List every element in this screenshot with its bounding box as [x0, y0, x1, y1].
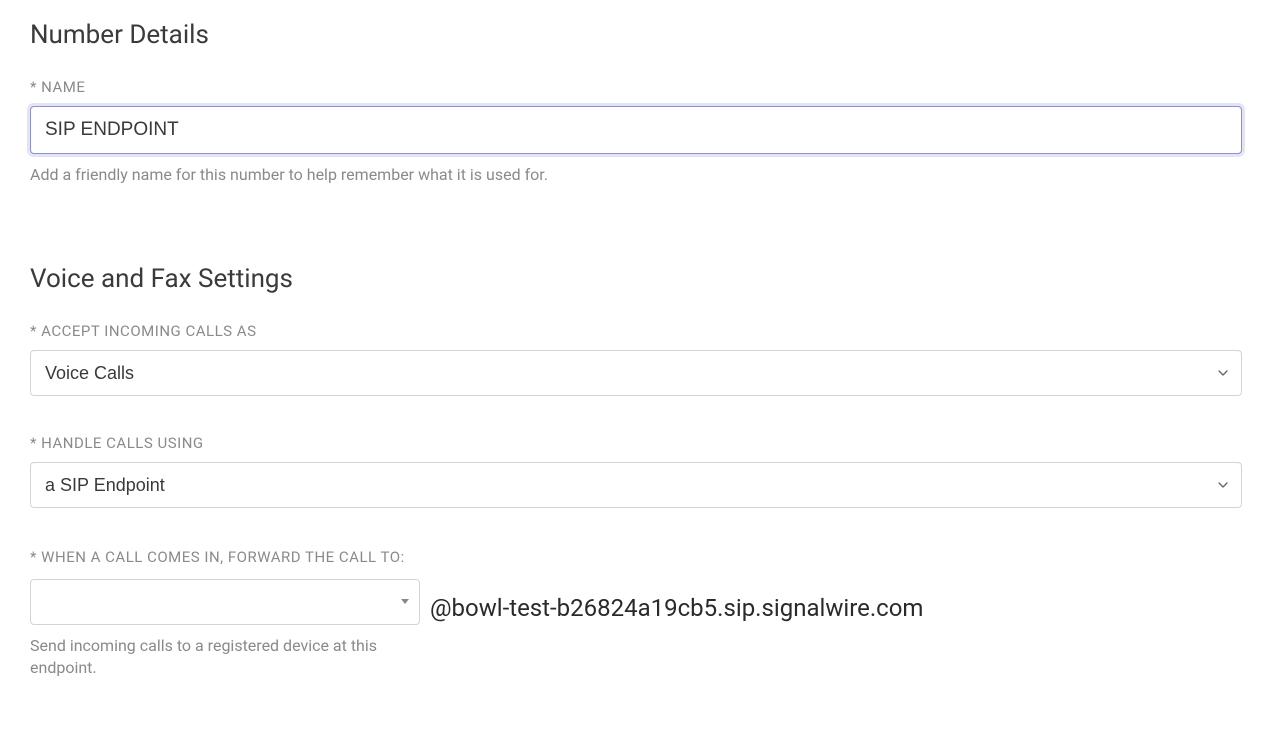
forward-call-label: * WHEN A CALL COMES IN, FORWARD THE CALL… — [30, 546, 420, 569]
forward-call-select[interactable] — [30, 579, 420, 625]
handle-calls-group: * HANDLE CALLS USING a SIP Endpoint — [30, 434, 1242, 508]
handle-calls-select[interactable]: a SIP Endpoint — [30, 462, 1242, 508]
number-details-title: Number Details — [30, 20, 1242, 50]
voice-fax-title: Voice and Fax Settings — [30, 264, 1242, 294]
name-field-group: * NAME Add a friendly name for this numb… — [30, 78, 1242, 186]
forward-call-help: Send incoming calls to a registered devi… — [30, 635, 420, 680]
handle-calls-label: * HANDLE CALLS USING — [30, 434, 1242, 452]
sip-domain-suffix: @bowl-test-b26824a19cb5.sip.signalwire.c… — [430, 550, 923, 680]
name-label: * NAME — [30, 78, 1242, 96]
accept-calls-group: * ACCEPT INCOMING CALLS AS Voice Calls — [30, 322, 1242, 396]
forward-call-row: * WHEN A CALL COMES IN, FORWARD THE CALL… — [30, 546, 1242, 679]
name-input[interactable] — [30, 106, 1242, 154]
caret-down-icon — [401, 599, 409, 604]
name-help-text: Add a friendly name for this number to h… — [30, 164, 1242, 186]
accept-calls-select[interactable]: Voice Calls — [30, 350, 1242, 396]
accept-calls-label: * ACCEPT INCOMING CALLS AS — [30, 322, 1242, 340]
